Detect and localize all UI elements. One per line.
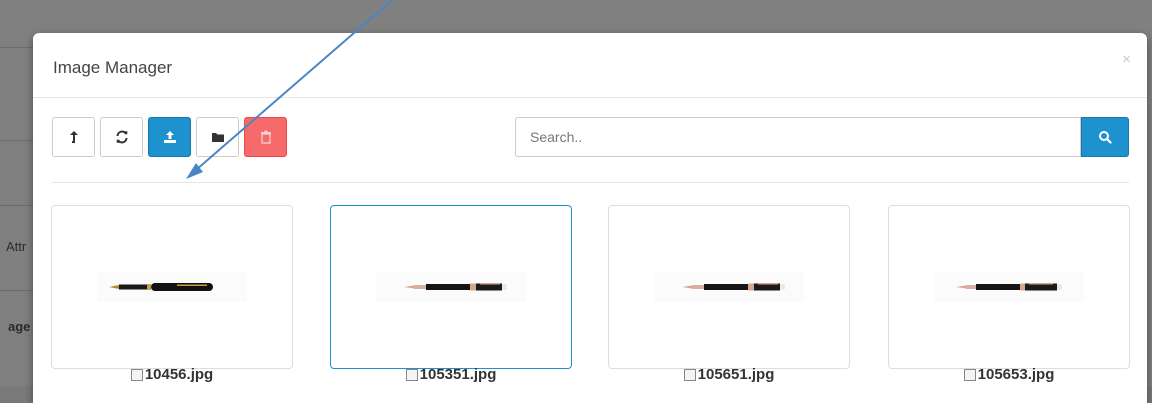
background-divider (0, 205, 33, 206)
image-filename: 10456.jpg (144, 366, 214, 383)
image-select-label[interactable]: 105653.jpg (963, 366, 1055, 383)
pen-image (934, 272, 1084, 302)
toolbar-divider (52, 182, 1129, 183)
image-filename: 105653.jpg (977, 366, 1055, 383)
background-label: age (8, 319, 31, 334)
pen-image (97, 272, 247, 302)
image-select-label[interactable]: 105651.jpg (683, 366, 775, 383)
image-thumbnail[interactable] (888, 205, 1130, 369)
search-input[interactable] (515, 117, 1081, 157)
image-thumbnail[interactable] (51, 205, 293, 369)
image-checkbox[interactable] (405, 368, 418, 381)
search-button[interactable] (1081, 117, 1129, 157)
toolbar (52, 117, 287, 157)
image-caption: 105651.jpg (608, 366, 850, 385)
background-divider (0, 140, 33, 141)
image-checkbox[interactable] (130, 368, 143, 381)
folder-icon (211, 133, 224, 142)
background-divider (0, 290, 33, 291)
image-checkbox[interactable] (683, 368, 696, 381)
refresh-button[interactable] (100, 117, 143, 157)
background-label: Attr (6, 239, 27, 254)
image-caption: 105351.jpg (330, 366, 572, 385)
image-caption: 105653.jpg (888, 366, 1130, 385)
image-select-label[interactable]: 105351.jpg (405, 366, 497, 383)
upload-button[interactable] (148, 117, 191, 157)
refresh-icon (116, 130, 127, 144)
pen-image (654, 272, 804, 302)
image-filename: 105651.jpg (697, 366, 775, 383)
image-filename: 105351.jpg (419, 366, 497, 383)
pen-image (376, 272, 526, 302)
modal-header: Image Manager × (33, 33, 1147, 98)
parent-button[interactable] (52, 117, 95, 157)
search-icon (1099, 131, 1112, 144)
image-thumbnail[interactable] (608, 205, 850, 369)
delete-button[interactable] (244, 117, 287, 157)
level-up-icon (69, 131, 78, 143)
image-manager-modal: Image Manager × Search.. 10456.jpg 10535… (33, 33, 1147, 403)
image-checkbox[interactable] (963, 368, 976, 381)
trash-icon (260, 130, 271, 144)
close-button[interactable]: × (1122, 51, 1131, 68)
upload-icon (163, 131, 176, 143)
new-folder-button[interactable] (196, 117, 239, 157)
image-caption: 10456.jpg (51, 366, 293, 385)
modal-title: Image Manager (53, 58, 173, 77)
image-thumbnail[interactable] (330, 205, 572, 369)
image-select-label[interactable]: 10456.jpg (130, 366, 214, 383)
background-divider (0, 47, 33, 48)
